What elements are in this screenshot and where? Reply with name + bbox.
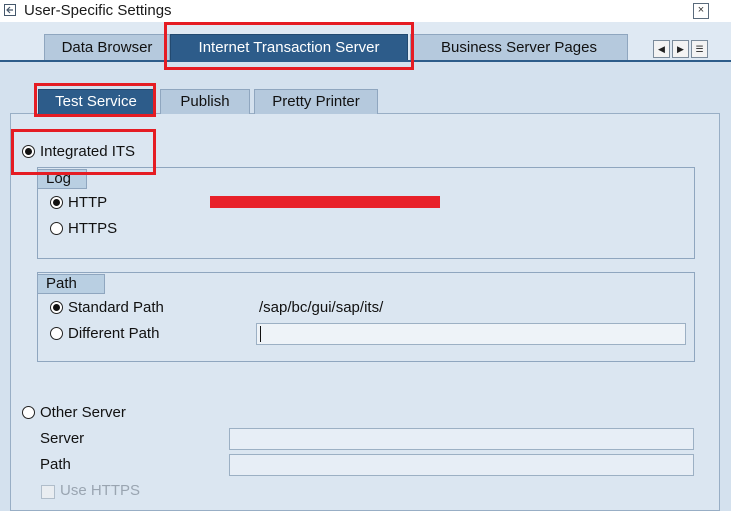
tab-scroll-right-icon[interactable]: ▶ — [672, 40, 689, 58]
other-server-label: Other Server — [40, 404, 126, 421]
close-icon[interactable]: × — [693, 3, 709, 19]
tab-business-server-pages[interactable]: Business Server Pages — [410, 34, 628, 61]
highlight-its-tab — [164, 22, 414, 70]
log-group — [37, 167, 695, 259]
path-group — [37, 272, 695, 362]
tab-list-icon[interactable]: ☰ — [691, 40, 708, 58]
different-path-label: Different Path — [68, 325, 160, 342]
use-https-checkbox[interactable] — [41, 485, 55, 499]
tab-publish[interactable]: Publish — [160, 89, 250, 114]
other-server-radio[interactable] — [22, 406, 35, 419]
other-path-label: Path — [40, 456, 71, 473]
use-https-label: Use HTTPS — [60, 482, 141, 499]
log-http-radio[interactable] — [50, 196, 63, 209]
server-label: Server — [40, 430, 85, 447]
tab-scroll-left-icon[interactable]: ◀ — [653, 40, 670, 58]
server-input[interactable] — [229, 428, 694, 450]
path-group-title: Path — [37, 274, 105, 294]
text-cursor — [260, 326, 261, 342]
other-path-input[interactable] — [229, 454, 694, 476]
different-path-input[interactable] — [256, 323, 686, 345]
window-icon — [4, 4, 16, 16]
tab-data-browser[interactable]: Data Browser — [44, 34, 170, 61]
tab-pretty-printer[interactable]: Pretty Printer — [254, 89, 378, 114]
standard-path-label: Standard Path — [68, 299, 164, 316]
highlight-integrated-its — [11, 129, 156, 175]
log-http-label: HTTP — [68, 194, 108, 211]
log-https-label: HTTPS — [68, 220, 118, 237]
standard-path-value: /sap/bc/gui/sap/its/ — [259, 299, 384, 316]
highlight-test-service-tab — [34, 83, 156, 117]
window-title: User-Specific Settings — [24, 2, 172, 19]
different-path-radio[interactable] — [50, 327, 63, 340]
redaction-bar — [210, 196, 440, 208]
standard-path-radio[interactable] — [50, 301, 63, 314]
log-https-radio[interactable] — [50, 222, 63, 235]
